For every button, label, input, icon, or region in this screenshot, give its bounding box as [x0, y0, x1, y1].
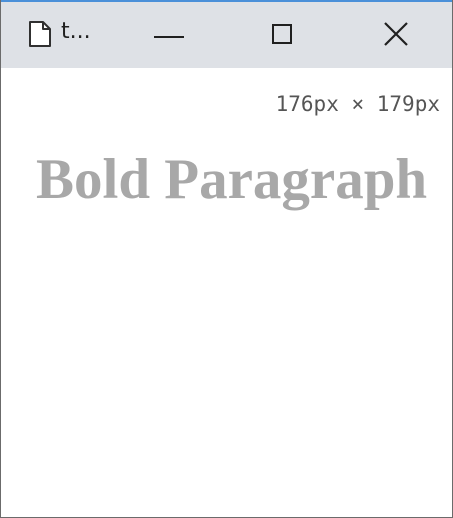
minimize-button[interactable]: [129, 0, 209, 68]
page-icon: [29, 21, 51, 47]
viewport-size-readout: 176px × 179px: [275, 92, 440, 116]
browser-window: t... 176px × 179px Bold Paragraph: [0, 0, 453, 518]
maximize-button[interactable]: [244, 0, 324, 68]
minimize-icon: [154, 36, 184, 38]
title-bar[interactable]: t...: [1, 0, 452, 68]
tab-title[interactable]: t...: [61, 17, 91, 47]
maximize-icon: [272, 24, 292, 44]
page-viewport: 176px × 179px Bold Paragraph: [1, 68, 452, 517]
close-button[interactable]: [359, 0, 439, 68]
bold-paragraph: Bold Paragraph: [36, 148, 428, 211]
close-icon: [384, 22, 408, 46]
